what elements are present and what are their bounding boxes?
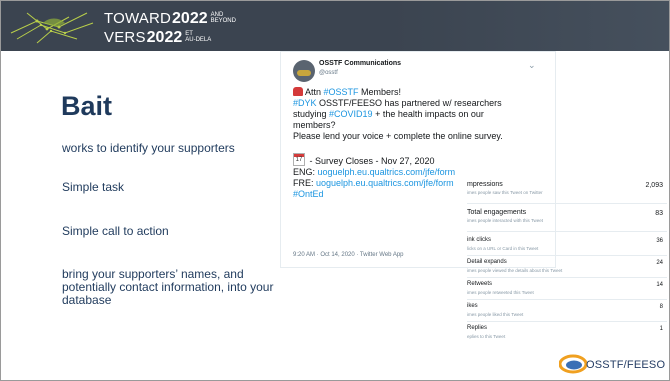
tweet-text-span: FRE: (293, 178, 317, 188)
tweet-line: #DYK OSSTF/FEESO has partnered w/ resear… (293, 98, 545, 109)
tweet-line: Attn #OSSTF Members! (293, 87, 545, 98)
title-year-fr: 2022 (146, 29, 183, 46)
siren-icon (293, 87, 303, 96)
hashtag-link[interactable]: #COVID19 (329, 109, 373, 119)
bullet-point: Simple task (62, 180, 125, 194)
survey-link-eng[interactable]: uoguelph.eu.qualtrics.com/jfe/form (318, 167, 456, 177)
metric-label: Total engagements (467, 209, 527, 216)
metric-label: Replies (467, 325, 488, 331)
tweet-line: Please lend your voice + complete the on… (293, 131, 503, 141)
hashtag-link[interactable]: #OSSTF (324, 87, 359, 97)
metric-value: 83 (655, 210, 663, 217)
metric-description: licks on a URL or Card in this Tweet (467, 246, 539, 251)
calendar-icon: 17 (293, 153, 305, 166)
metric-description: imes people liked this Tweet (467, 312, 524, 317)
metric-description: imes people saw this Tweet on Twitter (467, 190, 543, 195)
tweet-text: Attn #OSSTF Members! #DYK OSSTF/FEESO ha… (293, 87, 545, 200)
tweet-text-span: Attn (305, 87, 324, 97)
account-name: OSSTF Communications (319, 60, 402, 67)
title-line-en: TOWARD 2022 AND BEYOND (104, 7, 236, 27)
metric-value: 24 (656, 260, 663, 266)
divider (467, 299, 667, 300)
tweet-text-span: OSSTF/FEESO has partnered w/ researchers (316, 98, 502, 108)
tweet-card: OSSTF Communications @osstf ⌄ Attn #OSST… (280, 51, 556, 268)
logo-text: OSSTF/FEESO (586, 359, 666, 371)
tweet-line: ENG: uoguelph.eu.qualtrics.com/jfe/form (293, 167, 545, 178)
metric-label: mpressions (467, 181, 503, 188)
survey-link-fre[interactable]: uoguelph.eu.qualtrics.com/jfe/form (316, 178, 454, 188)
account-handle: @osstf (319, 70, 338, 76)
title-line-fr: VERS 2022 ET AU-DELA (104, 26, 236, 46)
header-fade (389, 1, 669, 51)
slide: TOWARD 2022 AND BEYOND VERS 2022 ET AU-D… (0, 0, 670, 381)
tweet-text-span: studying (293, 109, 330, 119)
divider (467, 277, 667, 278)
tweet-text-span: + the health impacts on our (372, 109, 484, 119)
tweet-line: FRE: uoguelph.eu.qualtrics.com/jfe/form (293, 178, 545, 189)
tweet-timestamp: 9:20 AM · Oct 14, 2020 · Twitter Web App (293, 252, 404, 258)
metric-value: 36 (656, 238, 663, 244)
header-banner: TOWARD 2022 AND BEYOND VERS 2022 ET AU-D… (1, 1, 669, 51)
metric-label: Detail expands (467, 259, 507, 265)
metric-description: imes people interacted with this Tweet (467, 218, 543, 223)
tweet-text-span: - Survey Closes - Nov 27, 2020 (307, 156, 435, 166)
divider (467, 255, 667, 256)
metric-description: imes people viewed the details about thi… (467, 268, 563, 273)
divider (467, 203, 667, 204)
hashtag-link[interactable]: #OntEd (293, 189, 324, 199)
tweet-text-span: ENG: (293, 167, 318, 177)
title-word-fr: VERS (104, 29, 146, 46)
bullet-point: bring your supporters’ names, and potent… (62, 267, 274, 307)
bullet-point: Simple call to action (62, 224, 169, 238)
calendar-icon-number: 17 (295, 157, 303, 163)
metric-description: imes people retweeted this Tweet (467, 290, 534, 295)
hashtag-link[interactable]: #DYK (293, 98, 317, 108)
title-small-fr: ET AU-DELA (185, 31, 211, 43)
bullet-point: works to identify your supporters (62, 141, 235, 155)
divider (467, 231, 667, 232)
tweet-line: members? (293, 120, 336, 130)
metric-label: Retweets (467, 281, 493, 287)
divider (467, 321, 667, 322)
metric-label: ink clicks (467, 237, 492, 243)
metric-description: eplies to this Tweet (467, 334, 506, 339)
avatar (293, 60, 315, 82)
title-word-en: TOWARD (104, 10, 172, 27)
metric-value: 8 (659, 304, 663, 310)
title-year-en: 2022 (172, 10, 208, 27)
title-small-en-2: BEYOND (210, 18, 236, 24)
metric-value: 14 (656, 282, 663, 288)
tweet-text-span: Members! (358, 87, 402, 97)
tweet-spacer (293, 142, 545, 153)
slide-title: Bait (61, 91, 113, 121)
title-small-fr-2: AU-DELA (185, 37, 212, 43)
chevron-down-icon[interactable]: ⌄ (528, 60, 536, 71)
tweet-line: studying #COVID19 + the health impacts o… (293, 109, 545, 120)
tweet-line: 17 - Survey Closes - Nov 27, 2020 (293, 153, 545, 167)
metric-label: ikes (467, 303, 478, 309)
metric-value: 1 (659, 326, 663, 332)
bird-illustration (10, 12, 94, 44)
conference-title: TOWARD 2022 AND BEYOND VERS 2022 ET AU-D… (104, 7, 236, 46)
metric-value: 2,093 (645, 182, 663, 189)
title-small-en: AND BEYOND (211, 12, 236, 24)
osstf-logo: OSSTF/FEESO (559, 353, 665, 375)
